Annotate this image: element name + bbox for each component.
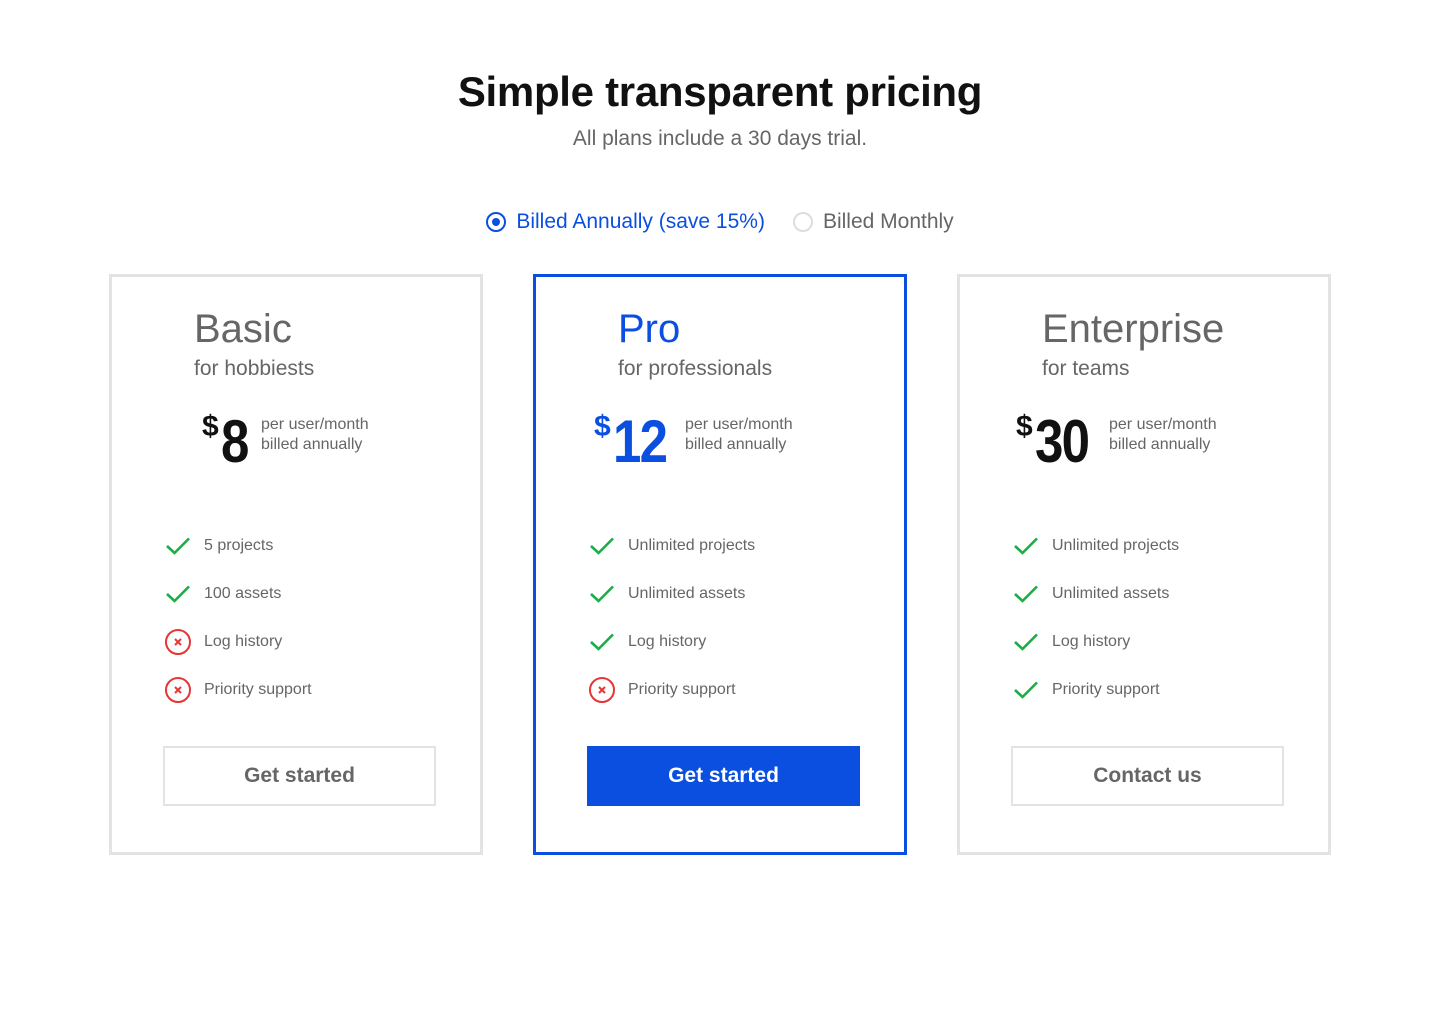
plan-name: Enterprise — [1042, 307, 1225, 351]
feature-item: 100 assets — [164, 570, 312, 618]
feature-label: Log history — [204, 633, 283, 650]
billing-toggle: Billed Annually (save 15%) Billed Monthl… — [0, 210, 1440, 234]
check-icon — [164, 532, 192, 560]
plan-tagline: for teams — [1042, 357, 1130, 380]
plan-card-enterprise: Enterprise for teams $ 30 per user/month… — [957, 274, 1331, 855]
price-amount: 8 — [220, 408, 249, 475]
billing-monthly-label[interactable]: Billed Monthly — [823, 210, 954, 234]
feature-item: Unlimited assets — [1012, 570, 1179, 618]
feature-label: Priority support — [204, 681, 312, 698]
get-started-button[interactable]: Get started — [587, 746, 860, 806]
price-note-billing: billed annually — [1109, 436, 1211, 453]
page-title: Simple transparent pricing — [457, 68, 983, 115]
price-block: $ 30 per user/month billed annually — [960, 412, 1328, 472]
price-note-billing: billed annually — [261, 436, 363, 453]
feature-item: Unlimited projects — [588, 522, 755, 570]
feature-list: 5 projects 100 assets Log history Priori… — [164, 522, 312, 714]
feature-list: Unlimited projects Unlimited assets Log … — [588, 522, 755, 714]
feature-label: Unlimited projects — [1052, 537, 1180, 554]
plan-card-pro: Pro for professionals $ 12 per user/mont… — [533, 274, 907, 855]
feature-item: Log history — [1012, 618, 1179, 666]
feature-label: Priority support — [628, 681, 736, 698]
feature-item: 5 projects — [164, 522, 312, 570]
feature-label: Unlimited projects — [628, 537, 756, 554]
plan-price: $ 8 — [202, 412, 252, 472]
billing-annually-option[interactable]: Billed Annually (save 15%) — [486, 210, 765, 234]
feature-label: Log history — [628, 633, 707, 650]
feature-label: 100 assets — [204, 585, 282, 602]
price-note-period: per user/month — [685, 416, 793, 433]
plan-price: $ 12 — [594, 412, 675, 472]
plan-tagline: for professionals — [618, 357, 773, 380]
get-started-button[interactable]: Get started — [163, 746, 436, 806]
plan-name: Basic — [194, 307, 292, 351]
price-amount: 30 — [1034, 408, 1090, 475]
price-block: $ 12 per user/month billed annually — [536, 412, 904, 472]
currency-symbol: $ — [594, 410, 611, 443]
feature-label: Unlimited assets — [1052, 585, 1170, 602]
plan-tagline: for hobbiests — [194, 357, 315, 380]
price-note-period: per user/month — [261, 416, 369, 433]
feature-item: Log history — [164, 618, 312, 666]
check-icon — [1012, 532, 1040, 560]
feature-label: Log history — [1052, 633, 1131, 650]
cross-circle-icon — [164, 628, 192, 656]
page-subtitle: All plans include a 30 days trial. — [572, 127, 868, 150]
price-note: per user/month billed annually — [685, 415, 793, 455]
feature-item: Priority support — [164, 666, 312, 714]
currency-symbol: $ — [202, 410, 219, 443]
feature-item: Unlimited projects — [1012, 522, 1179, 570]
check-icon — [1012, 628, 1040, 656]
billing-annually-label[interactable]: Billed Annually (save 15%) — [516, 210, 765, 234]
pricing-page: Simple transparent pricing All plans inc… — [0, 0, 1440, 1024]
price-note-billing: billed annually — [685, 436, 787, 453]
check-icon — [588, 628, 616, 656]
feature-item: Log history — [588, 618, 755, 666]
check-icon — [164, 580, 192, 608]
radio-selected-icon[interactable] — [486, 212, 507, 232]
feature-item: Priority support — [588, 666, 755, 714]
billing-monthly-option[interactable]: Billed Monthly — [792, 210, 954, 234]
cross-circle-icon — [588, 676, 616, 704]
check-icon — [588, 532, 616, 560]
price-note-period: per user/month — [1109, 416, 1217, 433]
plan-name: Pro — [618, 307, 681, 351]
currency-symbol: $ — [1016, 410, 1033, 443]
feature-list: Unlimited projects Unlimited assets Log … — [1012, 522, 1179, 714]
price-note: per user/month billed annually — [1109, 415, 1217, 455]
check-icon — [1012, 580, 1040, 608]
plan-price: $ 30 — [1016, 412, 1097, 472]
price-amount: 12 — [612, 408, 668, 475]
check-icon — [1012, 676, 1040, 704]
feature-label: Priority support — [1052, 681, 1160, 698]
plan-card-basic: Basic for hobbiests $ 8 per user/month b… — [109, 274, 483, 855]
feature-label: 5 projects — [204, 537, 274, 554]
price-block: $ 8 per user/month billed annually — [112, 412, 480, 472]
cross-circle-icon — [164, 676, 192, 704]
feature-label: Unlimited assets — [628, 585, 746, 602]
feature-item: Priority support — [1012, 666, 1179, 714]
feature-item: Unlimited assets — [588, 570, 755, 618]
contact-us-button[interactable]: Contact us — [1011, 746, 1284, 806]
price-note: per user/month billed annually — [261, 415, 369, 455]
check-icon — [588, 580, 616, 608]
radio-unselected-icon[interactable] — [792, 212, 813, 232]
